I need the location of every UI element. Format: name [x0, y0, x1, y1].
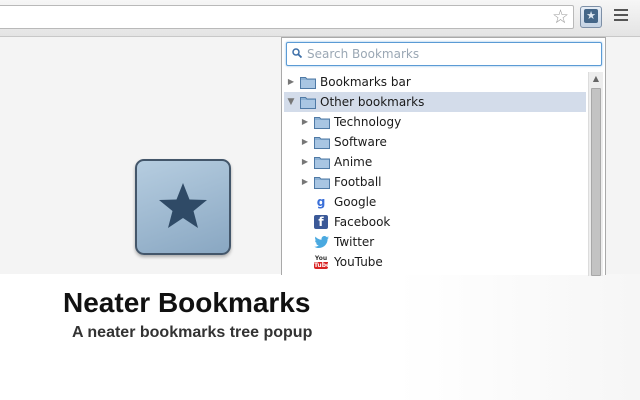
youtube-favicon-icon: YouTube [314, 255, 328, 269]
expand-arrow-icon[interactable]: ▶ [300, 152, 310, 172]
bookmark-tree: ▶ Bookmarks bar ▼ Other bookmarks ▶ Tech… [284, 72, 586, 272]
tree-row-google[interactable]: g Google [284, 192, 586, 212]
tree-row-label: YouTube [334, 255, 383, 269]
tree-row-label: Anime [334, 155, 373, 169]
tree-row-label: Other bookmarks [320, 95, 425, 109]
expand-arrow-icon[interactable]: ▶ [286, 72, 296, 92]
twitter-favicon-icon [314, 235, 330, 249]
address-bar[interactable]: ☆ [0, 5, 574, 29]
tree-row-label: Google [334, 195, 377, 209]
google-favicon-icon: g [314, 195, 330, 209]
tree-row-other-bookmarks[interactable]: ▼ Other bookmarks [284, 92, 586, 112]
tree-row-label: Football [334, 175, 382, 189]
folder-icon [314, 135, 330, 149]
tree-row-software[interactable]: ▶ Software [284, 132, 586, 152]
tree-row-twitter[interactable]: Twitter [284, 232, 586, 252]
neater-bookmarks-extension-button[interactable]: ★ [580, 6, 602, 28]
app-title: Neater Bookmarks [63, 287, 311, 318]
tree-row-label: Technology [334, 115, 402, 129]
scroll-thumb[interactable] [591, 88, 601, 276]
tree-row-label: Twitter [334, 235, 375, 249]
bookmarks-popup: ▶ Bookmarks bar ▼ Other bookmarks ▶ Tech… [281, 37, 606, 276]
expand-arrow-icon[interactable]: ▶ [300, 112, 310, 132]
collapse-arrow-icon[interactable]: ▼ [286, 92, 296, 112]
neater-bookmarks-icon: ★ [584, 9, 598, 23]
folder-icon [300, 75, 316, 89]
folder-icon [314, 115, 330, 129]
search-icon [292, 48, 302, 58]
tree-row-label: Bookmarks bar [320, 75, 411, 89]
search-input[interactable] [307, 43, 597, 65]
tree-row-technology[interactable]: ▶ Technology [284, 112, 586, 132]
tree-row-label: Facebook [334, 215, 391, 229]
folder-icon [314, 175, 330, 189]
search-box[interactable] [286, 42, 602, 66]
browser-toolbar: ☆ ★ [0, 0, 640, 37]
facebook-favicon-icon: f [314, 215, 330, 229]
app-logo-icon [135, 159, 231, 255]
folder-icon [314, 155, 330, 169]
folder-open-icon [300, 95, 316, 109]
app-subtitle: A neater bookmarks tree popup [72, 324, 313, 341]
scroll-up-arrow-icon[interactable]: ▲ [589, 72, 603, 86]
expand-arrow-icon[interactable]: ▶ [300, 172, 310, 192]
tree-scrollbar[interactable]: ▲ [588, 72, 603, 276]
tree-row-youtube[interactable]: YouTube YouTube [284, 252, 586, 272]
tree-row-label: Software [334, 135, 387, 149]
tree-row-anime[interactable]: ▶ Anime [284, 152, 586, 172]
tree-row-bookmarks-bar[interactable]: ▶ Bookmarks bar [284, 72, 586, 92]
star-outline-icon[interactable]: ☆ [552, 7, 569, 27]
hamburger-menu-icon[interactable] [614, 9, 628, 25]
expand-arrow-icon[interactable]: ▶ [300, 132, 310, 152]
tree-row-football[interactable]: ▶ Football [284, 172, 586, 192]
tree-row-facebook[interactable]: f Facebook [284, 212, 586, 232]
